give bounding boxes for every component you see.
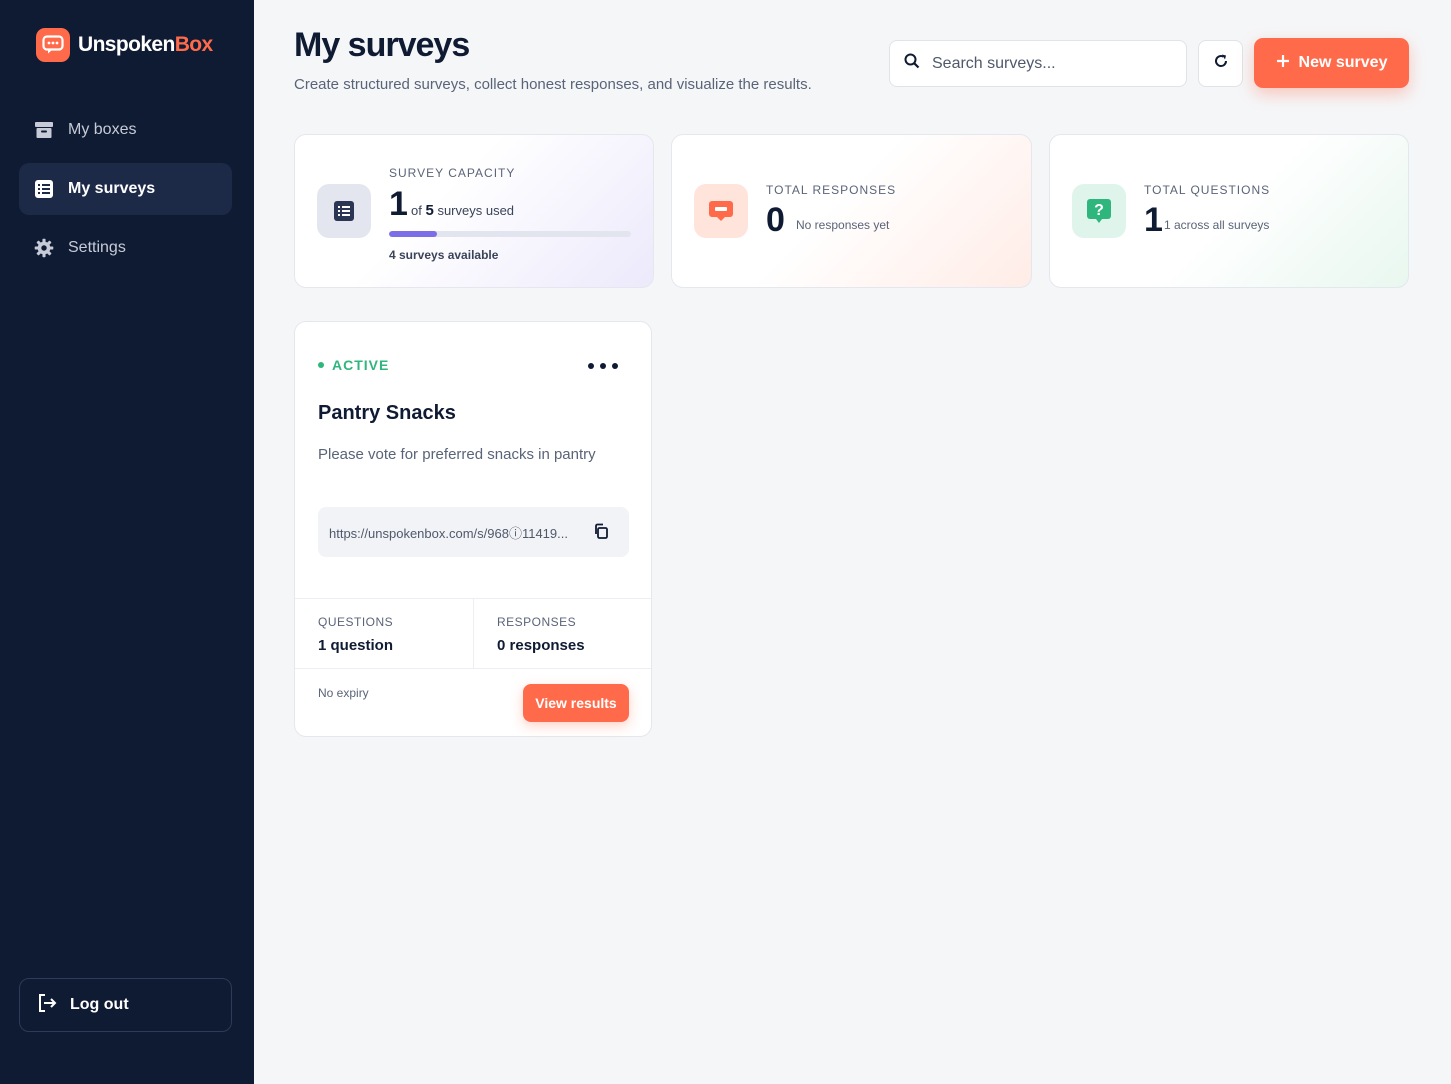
capacity-value: 1 [389,185,408,223]
sidebar-item-label: My surveys [68,180,156,197]
plus-icon [1276,54,1290,73]
sidebar-item-my-surveys[interactable]: My surveys [19,163,232,215]
sidebar-item-label: Settings [68,239,126,256]
survey-card[interactable]: ACTIVE Pantry Snacks Please vote for pre… [294,321,652,737]
responses-label: TOTAL RESPONSES [766,183,897,197]
capacity-usage: of 5 surveys used [411,202,514,219]
more-options-icon[interactable] [583,358,623,374]
status-label: ACTIVE [332,357,390,373]
survey-metrics: QUESTIONS 1 question RESPONSES 0 respons… [295,598,651,669]
sidebar-item-settings[interactable]: Settings [19,222,232,274]
survey-description: Please vote for preferred snacks in pant… [318,446,596,463]
responses-value: 0 [766,201,785,239]
brand-name-accent: Box [174,33,213,56]
logout-icon [36,992,58,1019]
brand-logo-link[interactable]: UnspokenBox [36,28,213,62]
total-questions-card: ? TOTAL QUESTIONS 1 1 across all surveys [1049,134,1409,288]
new-survey-label: New survey [1298,54,1388,71]
search-input[interactable] [932,54,1162,73]
capacity-progress-fill [389,231,438,237]
survey-capacity-card: SURVEY CAPACITY 1 of 5 surveys used 4 su… [294,134,654,288]
survey-link-box: https://unspokenbox.com/s/968ⓘ11419... [318,507,629,557]
list-icon [34,179,54,199]
search-box[interactable] [889,40,1187,87]
sidebar-item-my-boxes[interactable]: My boxes [19,104,232,156]
capacity-label: SURVEY CAPACITY [389,166,516,180]
capacity-of: of [411,203,422,218]
logout-button[interactable]: Log out [19,978,232,1032]
copy-icon[interactable] [593,523,611,541]
logout-label: Log out [70,996,129,1013]
responses-metric-label: RESPONSES [497,615,577,629]
question-icon: ? [1072,184,1126,238]
list-icon [317,184,371,238]
questions-note: 1 across all surveys [1164,218,1270,232]
questions-metric-value: 1 question [318,637,394,654]
brand-name-primary: Unspoken [78,33,175,56]
refresh-button[interactable] [1198,40,1243,87]
questions-metric-label: QUESTIONS [318,615,394,629]
svg-text:?: ? [1094,202,1104,219]
page-title: My surveys [294,26,470,64]
gear-icon [34,238,54,258]
survey-link[interactable]: https://unspokenbox.com/s/968ⓘ11419... [329,523,579,542]
status-dot-icon [318,362,324,368]
capacity-total: 5 [425,202,434,219]
status-badge: ACTIVE [318,357,389,373]
questions-label: TOTAL QUESTIONS [1144,183,1271,197]
capacity-suffix: surveys used [437,203,515,218]
page-subtitle: Create structured surveys, collect hones… [294,76,812,93]
questions-metric: QUESTIONS 1 question [295,599,474,669]
view-results-button[interactable]: View results [523,684,629,722]
archive-icon [34,120,54,140]
total-responses-card: TOTAL RESPONSES 0 No responses yet [671,134,1032,288]
brand-name: UnspokenBox [78,33,213,57]
capacity-available: 4 surveys available [389,248,499,262]
sidebar-item-label: My boxes [68,121,137,138]
new-survey-button[interactable]: New survey [1254,38,1409,88]
responses-metric: RESPONSES 0 responses [474,599,651,669]
survey-expiry: No expiry [318,686,369,700]
search-icon [904,53,920,74]
responses-metric-value: 0 responses [497,637,585,654]
refresh-icon [1213,53,1229,74]
questions-value: 1 [1144,201,1163,239]
capacity-progress-bar [389,231,631,237]
chat-bubble-icon [36,28,70,62]
survey-title: Pantry Snacks [318,402,456,424]
message-icon [694,184,748,238]
responses-note: No responses yet [796,218,890,232]
sidebar: UnspokenBox My boxes My surveys Settings… [0,0,254,1084]
